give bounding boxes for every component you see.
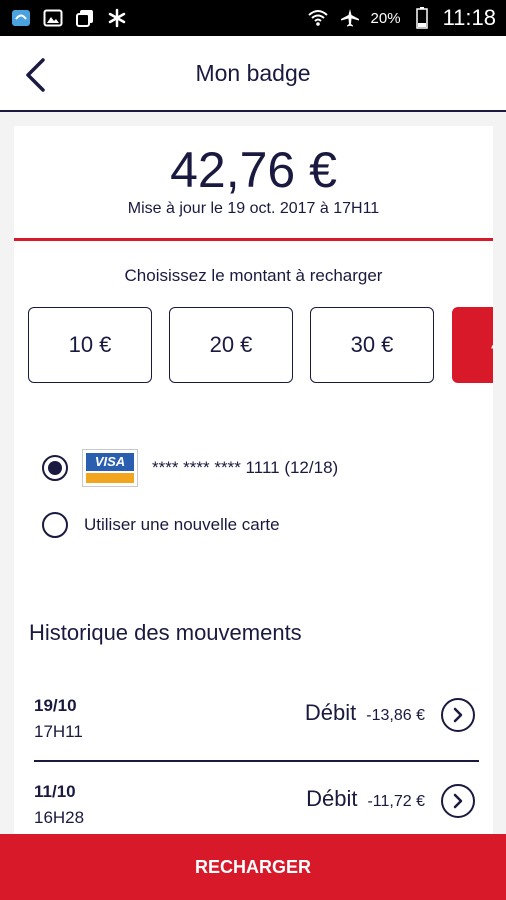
amount-prompt: Choisissez le montant à recharger bbox=[124, 266, 383, 285]
wifi-icon bbox=[307, 7, 329, 29]
radio-dot bbox=[48, 461, 62, 475]
history-time: 16H28 bbox=[34, 808, 85, 827]
divider bbox=[14, 238, 493, 241]
history-row[interactable]: 19/10 17H11 Débit -13,86 € bbox=[34, 676, 479, 760]
gallery-icon bbox=[42, 7, 64, 29]
battery-icon bbox=[411, 7, 433, 29]
saved-card-option[interactable]: VISA **** **** **** 1111 (12/18) bbox=[42, 449, 338, 487]
chevron-left-icon bbox=[26, 58, 45, 92]
amount-option-40[interactable]: 40 € bbox=[452, 307, 493, 383]
recharge-button[interactable]: RECHARGER bbox=[0, 834, 506, 900]
history-date: 11/10 bbox=[34, 782, 76, 801]
balance-update-date: Mise à jour le 19 oct. 2017 à 17H11 bbox=[127, 200, 380, 217]
chevron-right-icon[interactable] bbox=[441, 784, 475, 818]
amount-option-20[interactable]: 20 € bbox=[169, 307, 293, 383]
asterisk-icon bbox=[106, 7, 128, 29]
main-card: 42,76 € Mise à jour le 19 oct. 2017 à 17… bbox=[14, 126, 493, 846]
page-title: Mon badge bbox=[195, 59, 311, 86]
chevron-right-icon[interactable] bbox=[441, 698, 475, 732]
visa-card-icon: VISA bbox=[82, 449, 138, 487]
balance-section: 42,76 € Mise à jour le 19 oct. 2017 à 17… bbox=[14, 126, 493, 218]
history-type: Débit bbox=[306, 786, 358, 811]
visa-brand-text: VISA bbox=[86, 453, 134, 471]
history-summary: Débit -13,86 € bbox=[305, 700, 425, 726]
copy-icon bbox=[74, 7, 96, 29]
radio-button-selected[interactable] bbox=[42, 455, 68, 481]
amount-selector: 10 € 20 € 30 € 40 € bbox=[28, 307, 493, 383]
messages-icon bbox=[10, 7, 32, 29]
battery-percentage: 20% bbox=[370, 9, 401, 27]
airplane-icon bbox=[339, 7, 361, 29]
clock: 11:18 bbox=[442, 5, 496, 30]
history-type: Débit bbox=[304, 700, 357, 725]
amount-option-30[interactable]: 30 € bbox=[310, 307, 434, 383]
radio-button-unselected[interactable] bbox=[42, 512, 68, 538]
back-button[interactable] bbox=[14, 54, 56, 96]
history-date: 19/10 bbox=[34, 696, 77, 715]
balance-amount: 42,76 € bbox=[170, 142, 337, 198]
history-time: 17H11 bbox=[34, 722, 83, 741]
new-card-option[interactable]: Utiliser une nouvelle carte bbox=[42, 512, 280, 538]
history-amount: -13,86 € bbox=[366, 707, 425, 724]
new-card-label: Utiliser une nouvelle carte bbox=[84, 515, 280, 534]
status-bar: 20% 11:18 bbox=[0, 0, 506, 36]
saved-card-number: **** **** **** 1111 (12/18) bbox=[152, 458, 339, 477]
history-summary: Débit -11,72 € bbox=[306, 786, 425, 812]
amount-option-10[interactable]: 10 € bbox=[28, 307, 152, 383]
app-bar: Mon badge bbox=[0, 36, 506, 112]
history-amount: -11,72 € bbox=[367, 793, 425, 810]
history-title: Historique des mouvements bbox=[29, 620, 302, 645]
